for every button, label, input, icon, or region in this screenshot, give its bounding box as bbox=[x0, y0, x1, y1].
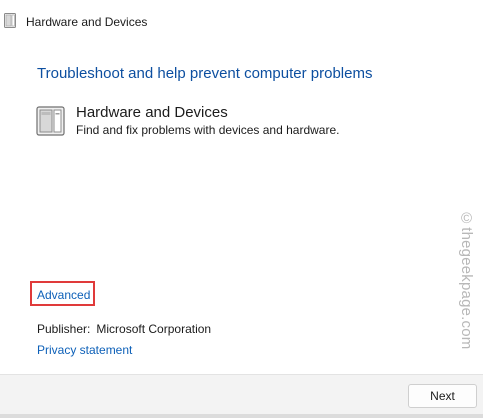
publisher-row: Publisher: Microsoft Corporation bbox=[37, 322, 211, 336]
title-bar: Hardware and Devices bbox=[0, 0, 483, 40]
troubleshooter-item-title: Hardware and Devices bbox=[76, 104, 228, 121]
troubleshooter-item-description: Find and fix problems with devices and h… bbox=[76, 123, 340, 137]
next-button[interactable]: Next bbox=[408, 384, 477, 408]
troubleshooter-icon bbox=[4, 13, 16, 28]
taskbar-edge bbox=[0, 414, 483, 418]
advanced-link[interactable]: Advanced bbox=[37, 288, 90, 302]
publisher-value: Microsoft Corporation bbox=[96, 322, 212, 336]
publisher-label: Publisher: bbox=[37, 322, 91, 336]
watermark-text: ©thegeekpage.com bbox=[458, 210, 475, 350]
privacy-statement-link[interactable]: Privacy statement bbox=[37, 343, 132, 357]
page-heading: Troubleshoot and help prevent computer p… bbox=[37, 65, 373, 82]
hardware-devices-icon bbox=[36, 106, 65, 136]
troubleshooter-window: Hardware and Devices Troubleshoot and he… bbox=[0, 0, 483, 418]
window-title: Hardware and Devices bbox=[26, 15, 148, 29]
